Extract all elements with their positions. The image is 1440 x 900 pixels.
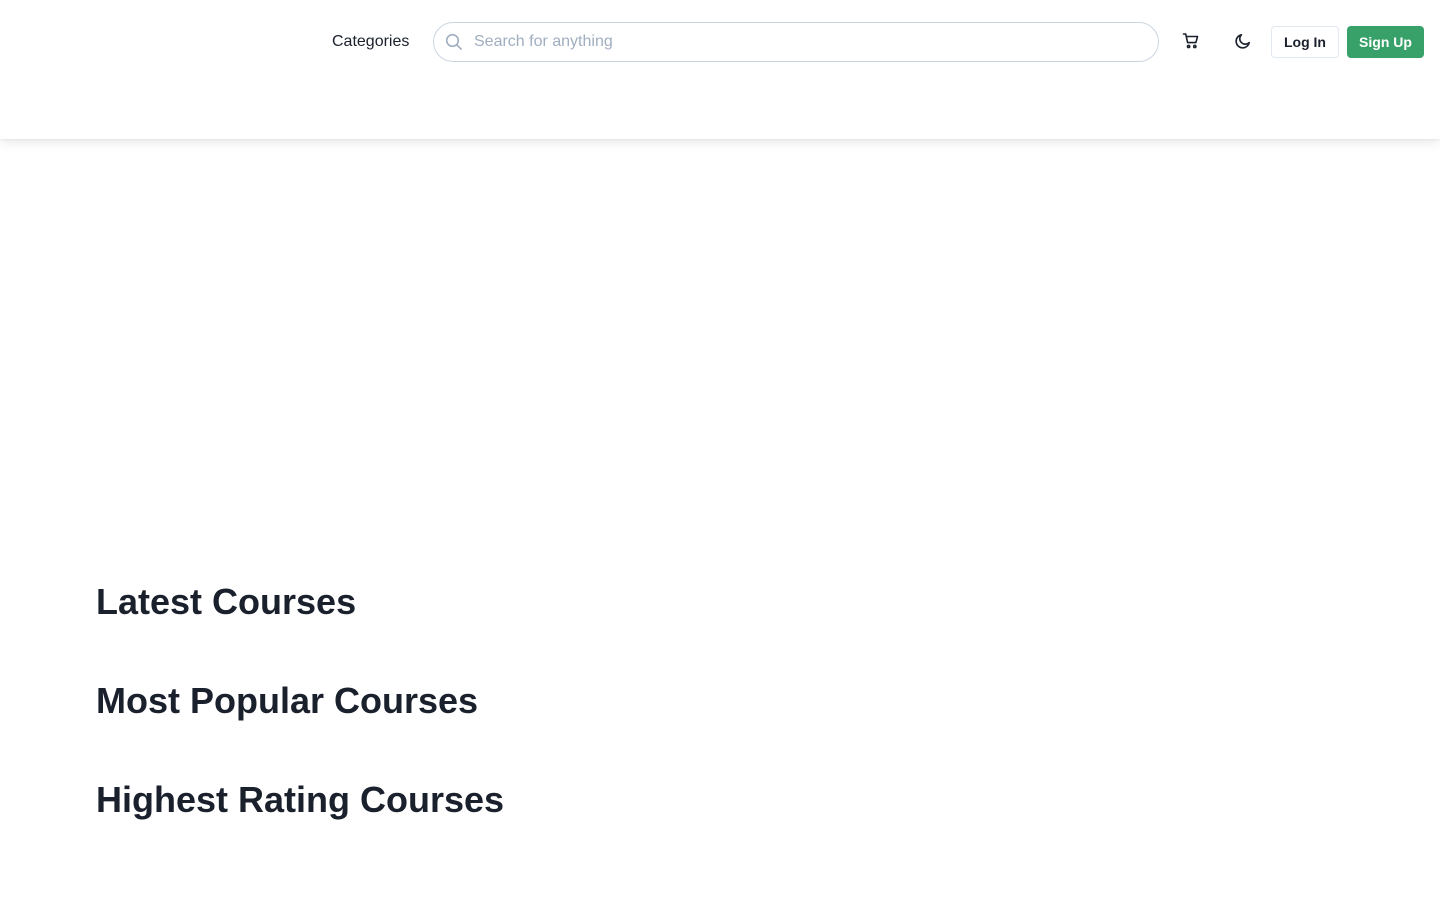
navbar-row: Categories Search for anything Log In Si…: [0, 22, 1440, 62]
cart-icon: [1182, 32, 1200, 53]
login-button[interactable]: Log In: [1271, 26, 1339, 58]
highest-rating-courses-heading: Highest Rating Courses: [96, 779, 505, 820]
latest-courses-heading: Latest Courses: [96, 581, 357, 622]
theme-toggle-button[interactable]: [1223, 22, 1263, 62]
categories-menu[interactable]: Categories: [332, 22, 409, 62]
signup-button[interactable]: Sign Up: [1347, 26, 1424, 58]
search-icon: [445, 33, 463, 51]
cart-button[interactable]: [1171, 22, 1211, 62]
most-popular-courses-heading: Most Popular Courses: [96, 680, 479, 721]
moon-icon: [1234, 32, 1252, 53]
main-content: Latest Courses Most Popular Courses High…: [0, 139, 1440, 900]
top-navbar: Categories Search for anything Log In Si…: [0, 0, 1440, 139]
search-input[interactable]: [474, 23, 1144, 61]
search-bar[interactable]: [433, 22, 1159, 62]
